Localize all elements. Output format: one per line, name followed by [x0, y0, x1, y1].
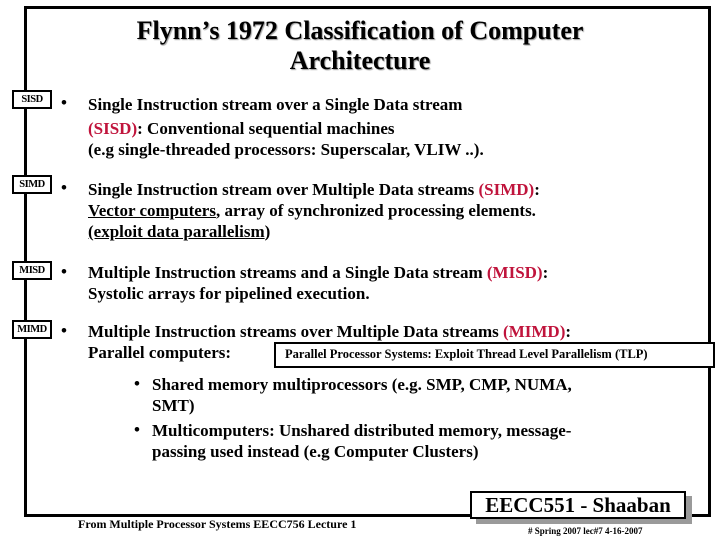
simd-line-2-text: , array of synchronized processing eleme… — [215, 201, 536, 220]
footer-meta: # Spring 2007 lec#7 4-16-2007 — [528, 526, 643, 536]
misd-line-1-text: Multiple Instruction streams and a Singl… — [88, 263, 487, 282]
simd-line-1: Single Instruction stream over Multiple … — [88, 179, 540, 200]
course-footer-box: EECC551 - Shaaban — [470, 491, 686, 519]
sub-bullet-icon: • — [134, 420, 140, 439]
sub-bullet-multicomputers: Multicomputers: Unshared distributed mem… — [152, 420, 571, 462]
simd-description: Single Instruction stream over Multiple … — [88, 179, 540, 242]
sub-bullet-2-line-1: Multicomputers: Unshared distributed mem… — [152, 421, 572, 440]
sub-bullet-2-line-2: passing used instead (e.g Computer Clust… — [152, 442, 479, 461]
bullet-icon: • — [61, 93, 67, 112]
misd-tag: (MISD) — [486, 263, 543, 282]
bullet-icon: • — [61, 178, 67, 197]
sisd-line-3: (e.g single-threaded processors: Supersc… — [88, 140, 484, 159]
sisd-description: Single Instruction stream over a Single … — [88, 94, 484, 160]
bullet-icon: • — [61, 262, 67, 281]
simd-vector-computers: Vector computers — [88, 201, 216, 220]
misd-line-1: Multiple Instruction streams and a Singl… — [88, 262, 548, 283]
simd-tag: (SIMD) — [478, 180, 535, 199]
title-line-2: Architecture — [289, 46, 431, 75]
mimd-colon: : — [565, 322, 572, 341]
source-note: From Multiple Processor Systems EECC756 … — [78, 517, 357, 531]
simd-line-1-text: Single Instruction stream over Multiple … — [88, 180, 479, 199]
title-line-1: Flynn’s 1972 Classification of Computer — [136, 16, 584, 45]
sisd-line-1: Single Instruction stream over a Single … — [88, 95, 463, 114]
sisd-line-2: (SISD): Conventional sequential machines — [88, 118, 484, 139]
sisd-tag: (SISD) — [88, 119, 138, 138]
label-misd: MISD — [12, 261, 52, 280]
sub-bullet-shared-memory: Shared memory multiprocessors (e.g. SMP,… — [152, 374, 572, 416]
mimd-line-1-text: Multiple Instruction streams over Multip… — [88, 322, 504, 341]
misd-line-2: Systolic arrays for pipelined execution. — [88, 284, 370, 303]
tlp-note-box: Parallel Processor Systems: Exploit Thre… — [274, 342, 715, 368]
mimd-tag: (MIMD) — [503, 322, 566, 341]
sisd-line-2-text: : Conventional sequential machines — [137, 119, 395, 138]
label-sisd: SISD — [12, 90, 52, 109]
sub-bullet-1-line-2: SMT) — [152, 396, 195, 415]
bullet-icon: • — [61, 321, 67, 340]
label-simd: SIMD — [12, 175, 52, 194]
misd-description: Multiple Instruction streams and a Singl… — [88, 262, 548, 304]
simd-line-3: (exploit data parallelism) — [88, 221, 540, 242]
simd-colon: : — [534, 180, 540, 199]
sub-bullet-icon: • — [134, 374, 140, 393]
misd-colon: : — [542, 263, 549, 282]
simd-line-2: Vector computers, array of synchronized … — [88, 200, 540, 221]
label-mimd: MIMD — [12, 320, 52, 339]
slide-title: Flynn’s 1972 Classification of Computer … — [100, 16, 620, 76]
simd-exploit-data-parallelism: (exploit data parallelism — [88, 222, 265, 241]
mimd-line-1: Multiple Instruction streams over Multip… — [88, 321, 571, 342]
simd-line-3-close: ) — [264, 222, 271, 241]
sub-bullet-1-line-1: Shared memory multiprocessors (e.g. SMP,… — [152, 375, 572, 394]
